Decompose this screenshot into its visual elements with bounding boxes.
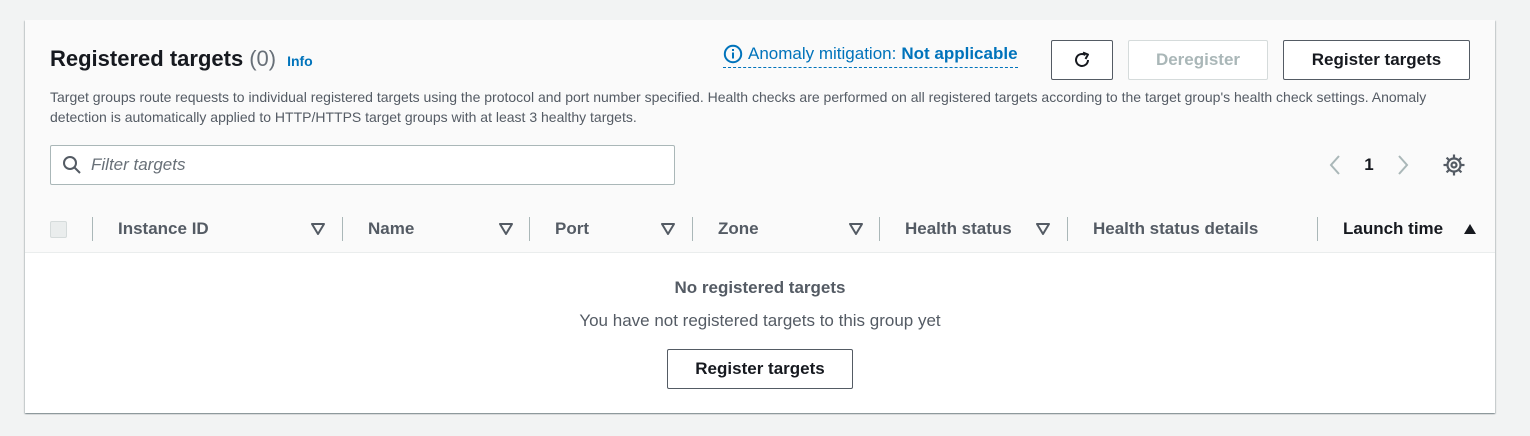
column-separator: [1067, 217, 1068, 241]
table-header: Instance ID Name Port Zone Health status: [25, 205, 1495, 253]
registered-targets-panel: Registered targets (0) Info Anomaly miti…: [25, 20, 1495, 413]
empty-state-title: No registered targets: [674, 278, 846, 297]
chevron-right-icon: [1398, 155, 1409, 175]
register-targets-button[interactable]: Register targets: [1283, 40, 1470, 80]
column-header-launch-time[interactable]: Launch time: [1343, 205, 1483, 253]
anomaly-label: Anomaly mitigation:: [748, 43, 897, 63]
column-separator: [879, 217, 880, 241]
select-all-checkbox[interactable]: [50, 221, 67, 238]
panel-description: Target groups route requests to individu…: [50, 89, 1427, 125]
column-label: Name: [368, 219, 415, 238]
deregister-button[interactable]: Deregister: [1128, 40, 1268, 80]
column-label: Port: [555, 219, 589, 238]
previous-page-button[interactable]: [1325, 152, 1345, 178]
sort-filter-icon[interactable]: [1036, 222, 1050, 236]
refresh-icon: [1075, 51, 1089, 67]
empty-state-register-targets-button[interactable]: Register targets: [667, 349, 853, 389]
panel-title: Registered targets: [50, 46, 244, 71]
column-separator: [1317, 217, 1318, 241]
column-header-instance-id[interactable]: Instance ID: [118, 205, 342, 253]
column-separator: [92, 217, 93, 241]
column-separator: [342, 217, 343, 241]
column-label: Zone: [718, 219, 759, 238]
pagination: 1: [1325, 152, 1413, 178]
column-separator: [529, 217, 530, 241]
chevron-left-icon: [1329, 155, 1340, 175]
column-label: Instance ID: [118, 219, 209, 238]
filter-targets-input[interactable]: [91, 155, 651, 175]
sort-ascending-icon[interactable]: [1463, 222, 1477, 236]
sort-filter-icon[interactable]: [849, 222, 863, 236]
column-separator: [692, 217, 693, 241]
column-header-port[interactable]: Port: [555, 205, 692, 253]
refresh-button[interactable]: [1051, 40, 1113, 80]
column-label: Health status details: [1093, 219, 1259, 238]
sort-filter-icon[interactable]: [661, 222, 675, 236]
column-header-health-status-details: Health status details: [1093, 205, 1317, 253]
panel-header: Registered targets (0) Info Anomaly miti…: [25, 20, 1495, 253]
info-circle-icon: [723, 44, 743, 63]
column-label: Health status: [905, 219, 1012, 238]
target-count: (0): [249, 46, 277, 71]
column-header-zone[interactable]: Zone: [718, 205, 880, 253]
info-link[interactable]: Info: [287, 53, 313, 69]
filter-targets-field[interactable]: [50, 145, 675, 185]
empty-state-description: You have not registered targets to this …: [579, 311, 941, 330]
gear-icon[interactable]: [1442, 153, 1466, 177]
sort-filter-icon[interactable]: [311, 222, 325, 236]
search-icon: [63, 156, 81, 174]
sort-filter-icon[interactable]: [499, 222, 513, 236]
title-row: Registered targets (0) Info: [50, 46, 313, 72]
anomaly-status: Not applicable: [901, 43, 1018, 63]
anomaly-mitigation-link[interactable]: Anomaly mitigation: Not applicable: [723, 42, 1018, 68]
column-header-health-status[interactable]: Health status: [905, 205, 1067, 253]
column-label: Launch time: [1343, 219, 1444, 238]
column-header-name[interactable]: Name: [368, 205, 530, 253]
next-page-button[interactable]: [1393, 152, 1413, 178]
current-page-number[interactable]: 1: [1345, 155, 1393, 175]
